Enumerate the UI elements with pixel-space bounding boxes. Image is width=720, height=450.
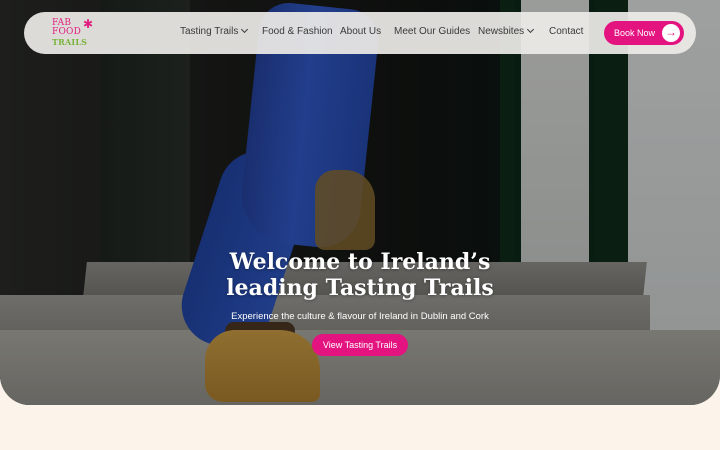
chevron-down-icon bbox=[241, 25, 249, 34]
hero-section: Welcome to Ireland’s leading Tasting Tra… bbox=[0, 0, 720, 405]
arrow-right-icon: → bbox=[662, 24, 680, 42]
nav-item-label: Newsbites bbox=[478, 26, 525, 37]
nav-item-label: Tasting Trails bbox=[180, 26, 239, 37]
hero-subtitle: Experience the culture & flavour of Irel… bbox=[231, 311, 489, 322]
hero-headline: Welcome to Ireland’s leading Tasting Tra… bbox=[160, 249, 560, 301]
asterisk-flower-icon: ✱ bbox=[83, 17, 94, 31]
book-now-label: Book Now bbox=[614, 28, 656, 38]
logo-text-trails: TRAILS bbox=[52, 37, 88, 47]
nav-item-food-fashion[interactable]: Food & Fashion bbox=[262, 25, 333, 39]
site-logo[interactable]: FAB FOOD TRAILS ✱ bbox=[52, 18, 96, 50]
hero-headline-line-2: leading Tasting Trails bbox=[226, 275, 494, 301]
book-now-button[interactable]: Book Now → bbox=[604, 21, 684, 45]
nav-item-label: Contact bbox=[549, 26, 584, 37]
hero-headline-line-1: Welcome to Ireland’s bbox=[229, 249, 491, 275]
nav-item-meet-our-guides[interactable]: Meet Our Guides bbox=[394, 25, 470, 39]
nav-item-contact[interactable]: Contact bbox=[549, 25, 583, 39]
nav-item-label: Food & Fashion bbox=[262, 26, 333, 37]
nav-item-label: Meet Our Guides bbox=[394, 26, 471, 37]
nav-item-about-us[interactable]: About Us bbox=[340, 25, 381, 39]
logo-text-food: FOOD bbox=[52, 27, 82, 37]
chevron-down-icon bbox=[527, 25, 535, 34]
main-navbar: FAB FOOD TRAILS ✱ Tasting Trails Food & … bbox=[24, 12, 696, 54]
nav-item-newsbites[interactable]: Newsbites bbox=[478, 25, 535, 39]
nav-item-tasting-trails[interactable]: Tasting Trails bbox=[180, 25, 249, 39]
view-tasting-trails-button[interactable]: View Tasting Trails bbox=[312, 334, 408, 356]
nav-item-label: About Us bbox=[340, 26, 382, 37]
